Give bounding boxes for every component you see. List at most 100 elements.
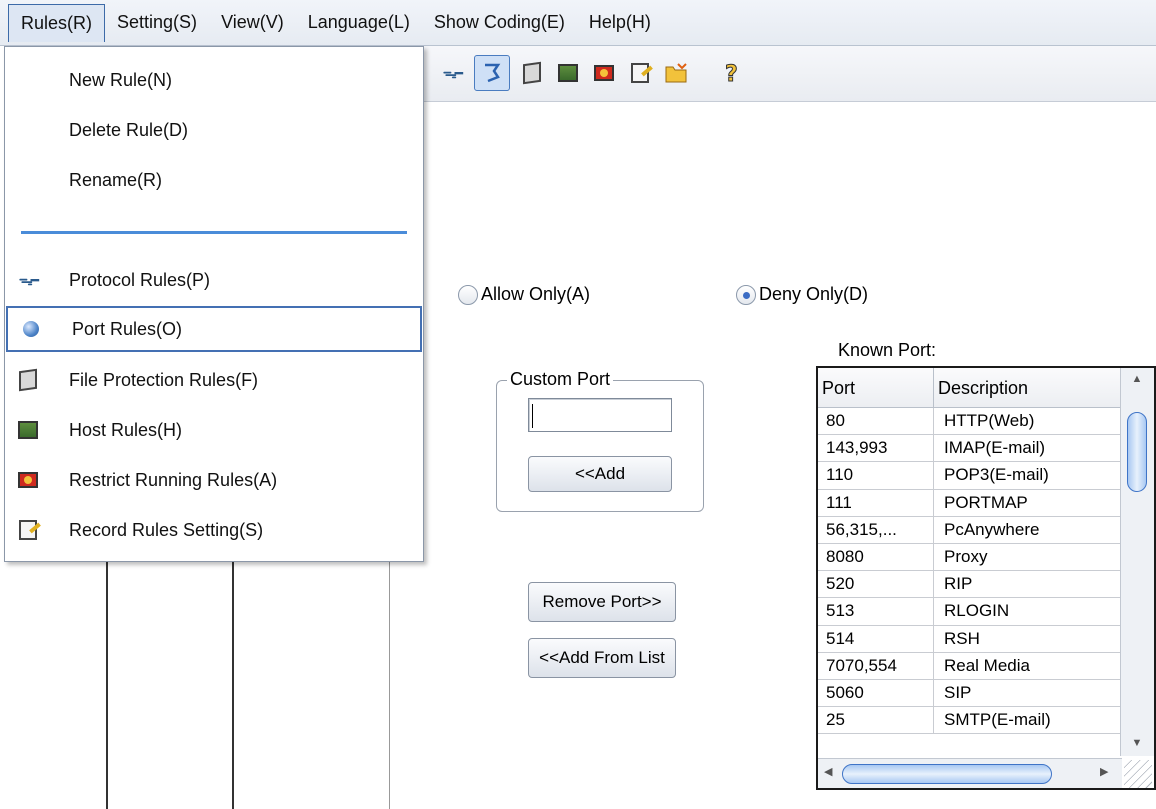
menu-item-protocol-rules[interactable]: ᯓ━ Protocol Rules(P) [5,257,423,303]
restrict-running-icon [17,469,39,491]
menu-item-restrict-running-rules[interactable]: Restrict Running Rules(A) [5,457,423,503]
menu-item-host-rules[interactable]: Host Rules(H) [5,407,423,453]
column-header-description[interactable]: Description [934,368,1120,408]
menu-item-label: Restrict Running Rules(A) [69,469,278,490]
description-cell: POP3(E-mail) [944,465,1049,485]
horizontal-scrollbar[interactable]: ◀ ▶ [818,758,1122,788]
menu-view[interactable]: View(V) [209,4,296,42]
folder-icon[interactable] [658,55,694,91]
deny-only-label: Deny Only(D) [759,284,869,304]
port-cell: 8080 [818,543,934,571]
port-cell: 513 [818,598,934,625]
table-row[interactable]: 56,315,... PcAnywhere [818,516,1120,544]
port-cell: 7070,554 [818,652,934,679]
toolbar: ᯓ━ ? [390,46,1156,102]
help-icon[interactable]: ? [714,55,750,91]
menu-item-rename[interactable]: Rename(R) [5,157,423,203]
description-cell: RLOGIN [944,601,1010,621]
protocol-icon[interactable]: ᯓ━ [434,55,470,91]
scroll-right-arrow-icon[interactable]: ▶ [1100,765,1108,778]
rules-dropdown-menu: New Rule(N) Delete Rule(D) Rename(R) ᯓ━ … [4,46,424,562]
scroll-up-arrow-icon[interactable]: ▲ [1125,370,1149,388]
port-cell: 80 [818,408,934,435]
menu-setting[interactable]: Setting(S) [105,4,209,42]
table-row[interactable]: 110 POP3(E-mail) [818,462,1120,490]
menu-item-file-protection-rules[interactable]: File Protection Rules(F) [5,357,423,403]
menu-item-label: Host Rules(H) [69,419,183,440]
description-cell: PORTMAP [944,492,1028,512]
deny-only-radio-circle[interactable] [736,284,756,305]
table-row[interactable]: 520 RIP [818,571,1120,599]
host-icon [17,419,39,441]
port-cell: 110 [818,462,934,489]
description-cell: Proxy [944,547,988,567]
menu-item-label: Delete Rule(D) [69,119,189,140]
description-cell: RSH [944,628,980,648]
svg-text:?: ? [725,62,738,85]
table-row[interactable]: 111 PORTMAP [818,489,1120,517]
menu-item-label: New Rule(N) [69,69,173,90]
description-cell: SMTP(E-mail) [944,710,1051,730]
port-cell: 111 [818,489,934,516]
description-cell: SIP [944,682,972,702]
menu-item-label: Rename(R) [69,169,163,190]
menu-item-label: Record Rules Setting(S) [69,519,264,540]
port-icon[interactable] [474,55,510,91]
port-cell: 514 [818,625,934,652]
port-rules-panel: Allow Only(A) Deny Only(D) Custom Port <… [390,102,1156,809]
port-cell: 25 [818,707,934,734]
allow-only-radio[interactable]: Allow Only(A) [458,284,590,305]
text-caret [532,404,533,428]
menu-item-delete-rule[interactable]: Delete Rule(D) [5,107,423,153]
menu-show-coding[interactable]: Show Coding(E) [422,4,577,42]
remove-port-button[interactable]: Remove Port>> [528,582,676,622]
menu-item-new-rule[interactable]: New Rule(N) [5,57,423,103]
vertical-scrollbar[interactable]: ▲ ▼ [1120,368,1154,756]
menu-separator [21,231,407,234]
add-from-list-button[interactable]: <<Add From List [528,638,676,678]
horizontal-scroll-thumb[interactable] [842,764,1052,784]
menu-language[interactable]: Language(L) [296,4,422,42]
table-row[interactable]: 7070,554 Real Media [818,652,1120,680]
menu-help[interactable]: Help(H) [577,4,663,42]
table-row[interactable]: 513 RLOGIN [818,598,1120,626]
vertical-scroll-thumb[interactable] [1127,412,1147,492]
port-cell: 5060 [818,679,934,707]
port-cell: 56,315,... [818,516,934,543]
known-port-table[interactable]: Port Description 80 HTTP(Web) 143,993 IMAP(… [816,366,1156,790]
custom-port-title: Custom Port [507,369,614,390]
scroll-left-arrow-icon[interactable]: ◀ [824,765,832,778]
menu-rules[interactable]: Rules(R) [8,3,106,42]
table-row[interactable]: 514 RSH [818,625,1120,653]
file-protection-icon[interactable] [514,55,550,91]
deny-only-radio[interactable]: Deny Only(D) [736,284,868,305]
description-cell: IMAP(E-mail) [944,438,1046,458]
known-port-label: Known Port: [838,340,937,360]
restrict-running-icon[interactable] [586,55,622,91]
table-row[interactable]: 25 SMTP(E-mail) [818,707,1120,735]
host-icon[interactable] [550,55,586,91]
record-rules-icon[interactable] [622,55,658,91]
resize-grip-icon[interactable] [1124,760,1152,788]
description-cell: RIP [944,574,973,594]
column-header-port[interactable]: Port [818,368,934,408]
allow-only-radio-circle[interactable] [458,284,478,305]
table-row[interactable]: 8080 Proxy [818,543,1120,572]
menu-item-label: Protocol Rules(P) [69,269,211,290]
menubar: Rules(R) Setting(S) View(V) Language(L) … [0,0,1156,46]
scroll-down-arrow-icon[interactable]: ▼ [1125,734,1149,752]
port-cell: 143,993 [818,435,934,462]
menu-item-label: Port Rules(O) [72,318,183,339]
menu-item-port-rules[interactable]: Port Rules(O) [6,306,422,352]
menu-item-record-rules-setting[interactable]: Record Rules Setting(S) [5,507,423,553]
table-row[interactable]: 80 HTTP(Web) [818,408,1120,436]
record-rules-icon [17,519,39,541]
custom-port-input[interactable] [528,398,672,432]
description-cell: PcAnywhere [944,519,1040,539]
table-row[interactable]: 5060 SIP [818,679,1120,708]
description-cell: HTTP(Web) [944,411,1035,431]
port-cell: 520 [818,571,934,598]
table-row[interactable]: 143,993 IMAP(E-mail) [818,435,1120,463]
port-icon [20,318,42,340]
add-custom-port-button[interactable]: <<Add [528,456,672,492]
